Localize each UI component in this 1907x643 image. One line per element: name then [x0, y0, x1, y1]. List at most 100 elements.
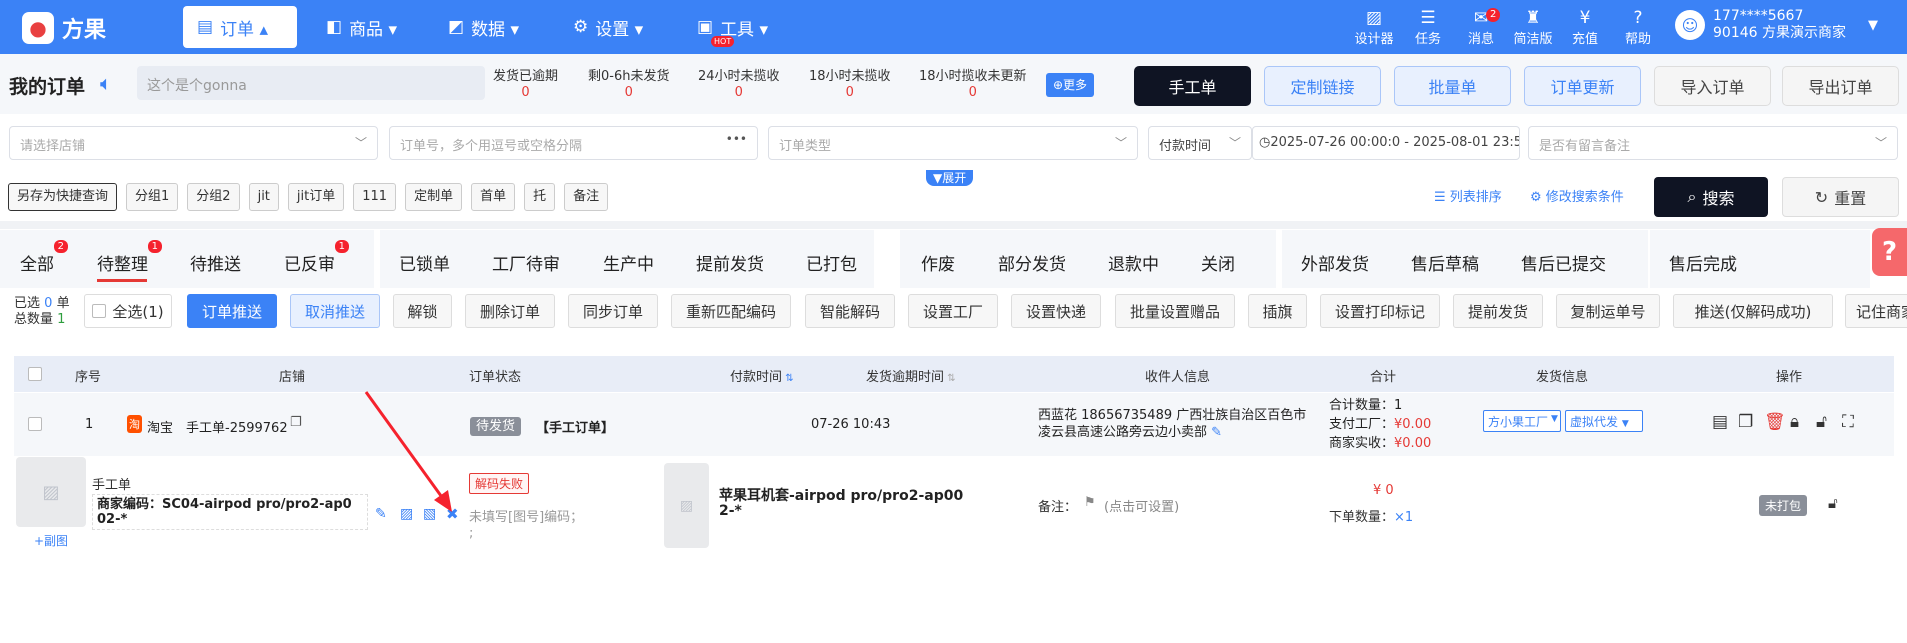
early-ship-button[interactable]: 提前发货 — [1453, 294, 1543, 328]
edit-icon[interactable]: ✎ — [1211, 425, 1222, 440]
push-decoded-button[interactable]: 推送(仅解码成功) — [1673, 294, 1833, 328]
factory-select[interactable]: 方小果工厂 — [1483, 410, 1561, 432]
lock-icon[interactable]: 🔒︎ — [1790, 412, 1799, 432]
delete-icon[interactable]: 🗑︎ — [1764, 412, 1786, 432]
set-express-button[interactable]: 设置快递 — [1011, 294, 1101, 328]
set-factory-button[interactable]: 设置工厂 — [908, 294, 998, 328]
tab-external-ship[interactable]: 外部发货 — [1301, 250, 1369, 275]
tab-aftersale-done[interactable]: 售后完成 — [1669, 250, 1737, 275]
stat-18h[interactable]: 18小时未揽收 0 — [809, 69, 891, 101]
push-order-button[interactable]: 订单推送 — [187, 294, 277, 328]
import-order-button[interactable]: 导入订单 — [1654, 66, 1771, 106]
tool-recharge[interactable]: ¥ 充值 — [1560, 8, 1610, 47]
scan-icon[interactable]: ⛶ — [1842, 412, 1854, 432]
copy-icon[interactable]: ❐ — [1738, 412, 1753, 432]
nav-tools[interactable]: ▣ 工具 ▾ HOT — [683, 6, 782, 48]
tab-void[interactable]: 作废 — [921, 250, 955, 275]
sync-order-button[interactable]: 同步订单 — [568, 294, 658, 328]
notice-bar[interactable]: 这个是个gonna — [137, 66, 485, 100]
col-paid-time[interactable]: 付款时间 ⇅ — [730, 366, 794, 385]
quick-chip[interactable]: 备注 — [564, 183, 609, 211]
tab-partial-ship[interactable]: 部分发货 — [998, 250, 1066, 275]
more-dots-icon[interactable]: ••• — [726, 132, 747, 146]
copy-waybill-button[interactable]: 复制运单号 — [1556, 294, 1660, 328]
reset-button[interactable]: ↻ 重置 — [1782, 177, 1899, 217]
flag-button[interactable]: 插旗 — [1248, 294, 1307, 328]
flag-icon[interactable]: ⚑ — [1084, 495, 1096, 510]
quick-chip[interactable]: 首单 — [471, 183, 516, 211]
more-button[interactable]: ⊕更多 — [1046, 73, 1095, 97]
tool-task[interactable]: ☰ 任务 — [1403, 8, 1453, 47]
tab-in-production[interactable]: 生产中 — [603, 250, 654, 275]
tab-to-push[interactable]: 待推送 — [190, 250, 241, 275]
brand-logo[interactable]: ● 方果 — [22, 12, 106, 44]
tab-factory-review[interactable]: 工厂待审 — [492, 250, 560, 275]
export-order-button[interactable]: 导出订单 — [1782, 66, 1899, 106]
list-sort-link[interactable]: ☰ 列表排序 — [1434, 186, 1502, 205]
tab-all[interactable]: 全部 2 — [20, 240, 68, 275]
tab-reversed[interactable]: 已反审 1 — [284, 240, 349, 275]
batch-order-button[interactable]: 批量单 — [1394, 66, 1511, 106]
manual-order-button[interactable]: 手工单 — [1134, 66, 1251, 106]
delivery-select[interactable]: 虚拟代发 ▼ — [1565, 410, 1643, 432]
nav-orders[interactable]: ▤ 订单 ▴ — [183, 6, 297, 48]
tab-aftersale-draft[interactable]: 售后草稿 — [1411, 250, 1479, 275]
tab-locked[interactable]: 已锁单 — [399, 250, 450, 275]
quick-chip[interactable]: 分组2 — [187, 183, 240, 211]
custom-link-button[interactable]: 定制链接 — [1264, 66, 1381, 106]
tab-refunding[interactable]: 退款中 — [1108, 250, 1159, 275]
quick-chip[interactable]: 托 — [524, 183, 556, 211]
tab-packed[interactable]: 已打包 — [806, 250, 857, 275]
expand-filters-button[interactable]: ▼展开 — [926, 170, 974, 186]
batch-gift-button[interactable]: 批量设置赠品 — [1115, 294, 1235, 328]
row-checkbox[interactable] — [28, 417, 48, 435]
document-icon[interactable]: ▤ — [1712, 412, 1728, 432]
copy-icon[interactable]: ❐ — [290, 415, 302, 430]
select-all-checkbox[interactable]: 全选(1) — [84, 294, 172, 328]
quick-chip[interactable]: 定制单 — [405, 183, 463, 211]
order-update-button[interactable]: 订单更新 — [1524, 66, 1641, 106]
quick-chip[interactable]: jit — [248, 183, 279, 211]
quick-chip[interactable]: jit订单 — [287, 183, 345, 211]
order-type-select[interactable]: 订单类型 ﹀ — [768, 126, 1138, 160]
nav-products[interactable]: ◧ 商品 ▾ — [312, 6, 411, 48]
user-menu[interactable]: ☺ 177****5667 90146 方果演示商家 ▼ — [1675, 8, 1878, 42]
tab-early-ship[interactable]: 提前发货 — [696, 250, 764, 275]
tab-closed[interactable]: 关闭 — [1201, 250, 1235, 275]
unlock-button[interactable]: 解锁 — [393, 294, 452, 328]
add-image-link[interactable]: +副图 — [34, 532, 68, 549]
stat-18h-update[interactable]: 18小时揽收未更新 0 — [919, 69, 1027, 101]
remark-select[interactable]: 是否有留言备注 ﹀ — [1528, 126, 1898, 160]
smart-decode-button[interactable]: 智能解码 — [805, 294, 895, 328]
delete-order-button[interactable]: 删除订单 — [465, 294, 555, 328]
unlock-icon[interactable]: 🔓︎ — [1828, 494, 1838, 512]
cancel-push-button[interactable]: 取消推送 — [290, 294, 380, 328]
edit-search-link[interactable]: ⚙ 修改搜索条件 — [1530, 186, 1624, 205]
search-button[interactable]: ⌕ 搜索 — [1654, 177, 1768, 217]
tool-message[interactable]: ✉ 2 消息 — [1456, 8, 1506, 47]
time-type-select[interactable]: 付款时间 ﹀ — [1148, 126, 1252, 160]
stat-24h[interactable]: 24小时未揽收 0 — [698, 69, 780, 101]
tool-help[interactable]: ? 帮助 — [1613, 8, 1663, 47]
set-print-mark-button[interactable]: 设置打印标记 — [1320, 294, 1440, 328]
col-overdue-time[interactable]: 发货逾期时间 ⇅ — [866, 366, 956, 385]
tab-aftersale-submitted[interactable]: 售后已提交 — [1521, 250, 1606, 275]
nav-settings[interactable]: ⚙ 设置 ▾ — [559, 6, 657, 48]
help-float-button[interactable]: ? — [1872, 228, 1907, 276]
nav-data[interactable]: ◩ 数据 ▾ — [434, 6, 533, 48]
date-range-picker[interactable]: ◷2025-07-26 00:00:0 - 2025-08-01 23:59:5 — [1252, 126, 1520, 160]
product-thumb[interactable]: ▨ — [664, 463, 709, 548]
quick-chip[interactable]: 分组1 — [126, 183, 179, 211]
rematch-code-button[interactable]: 重新匹配编码 — [671, 294, 791, 328]
shop-select[interactable]: 请选择店铺 ﹀ — [9, 126, 378, 160]
tool-designer[interactable]: ▨ 设计器 — [1349, 8, 1399, 47]
product-image[interactable]: ▨ — [16, 457, 86, 527]
stat-0-6h[interactable]: 剩0-6h未发货 0 — [588, 69, 669, 101]
tool-simple[interactable]: ♜ 简洁版 — [1508, 8, 1558, 47]
quick-chip[interactable]: 111 — [353, 183, 397, 211]
unlock-icon[interactable]: 🔓︎ — [1816, 412, 1827, 432]
order-number-input[interactable]: 订单号，多个用逗号或空格分隔 ••• — [389, 126, 758, 160]
header-checkbox[interactable] — [28, 367, 48, 385]
stat-overdue[interactable]: 发货已逾期 0 — [493, 69, 558, 101]
remember-merchant-button[interactable]: 记住商家 — [1845, 294, 1907, 328]
